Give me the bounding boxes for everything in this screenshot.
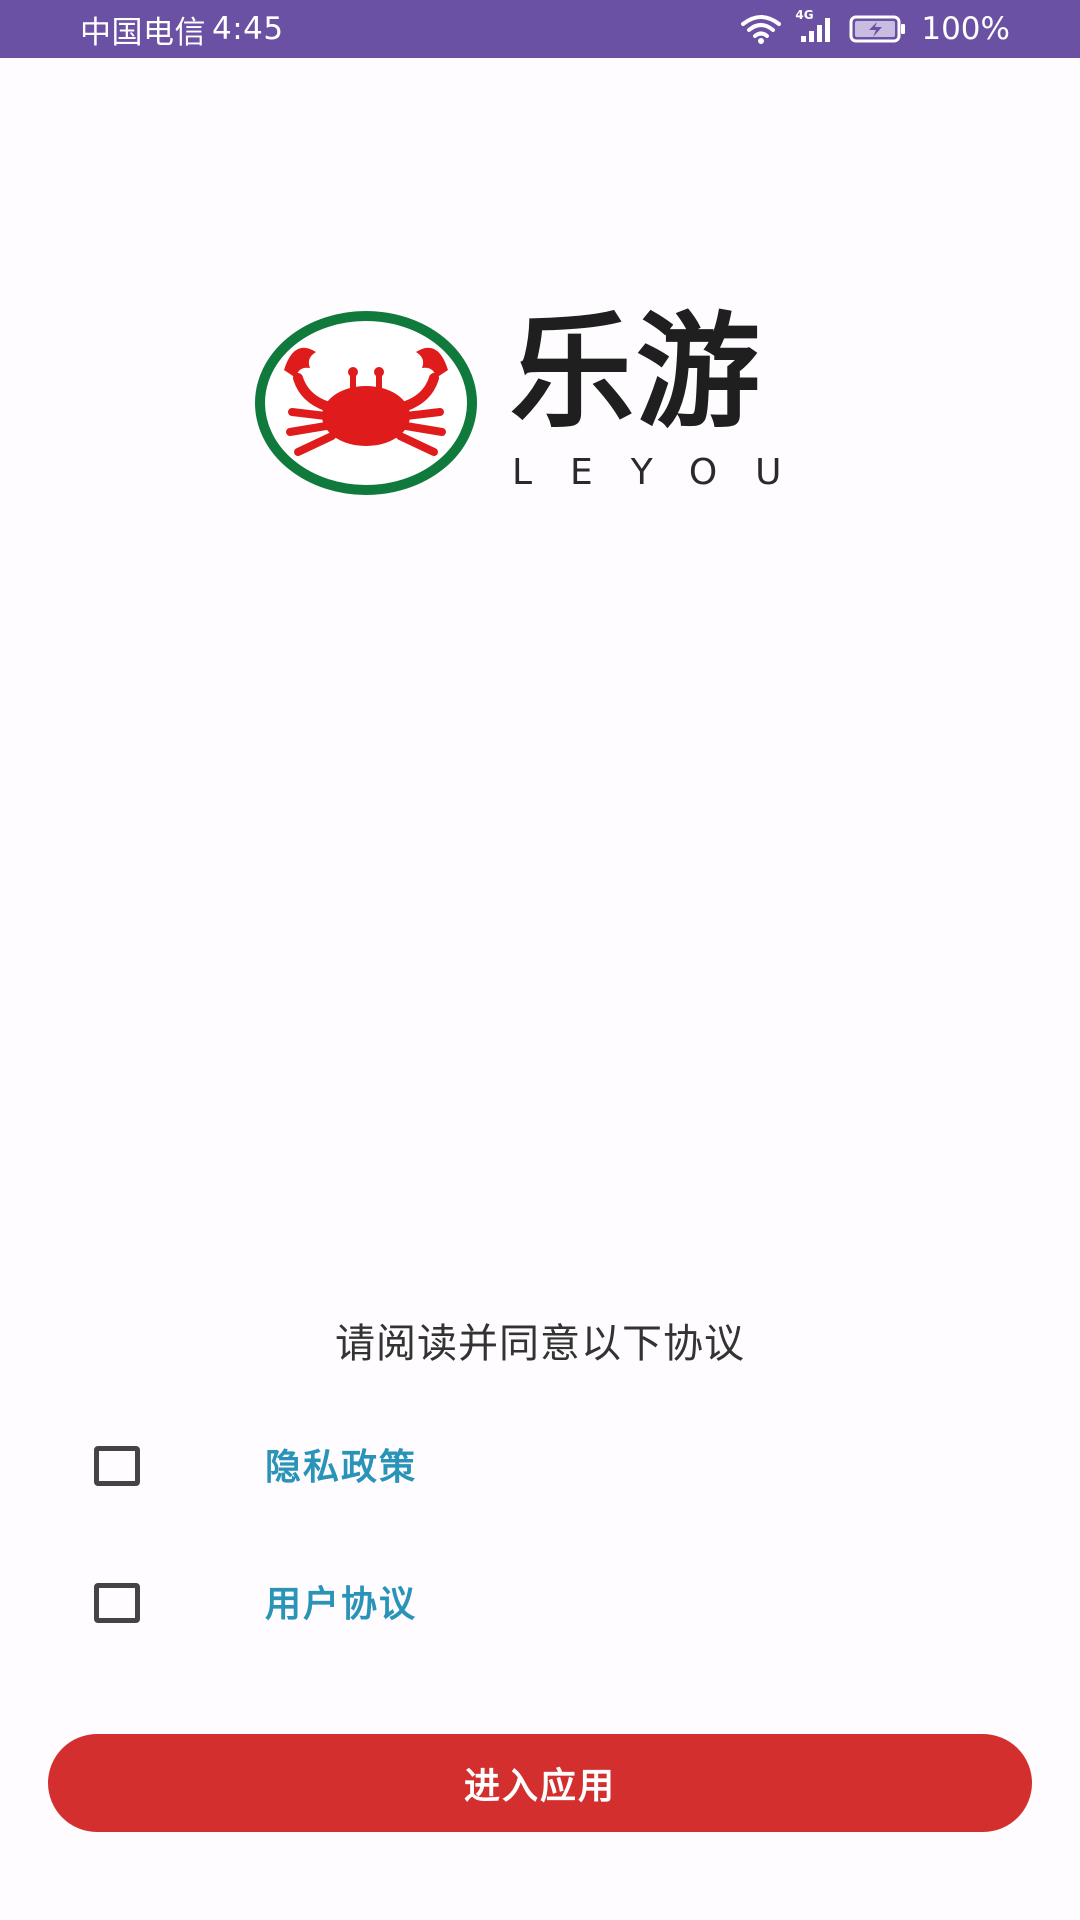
battery-charging-icon [849, 14, 907, 44]
crab-icon [254, 308, 478, 498]
logo-name-en: LEYOU [512, 452, 820, 493]
privacy-policy-checkbox[interactable] [94, 1446, 140, 1486]
agreement-row-privacy: 隐私政策 [0, 1428, 1080, 1508]
battery-level: 100% [921, 11, 1010, 47]
logo-name-cn: 乐游 [510, 300, 763, 445]
status-right: 4G 100% [741, 8, 1010, 47]
privacy-policy-link[interactable]: 隐私政策 [265, 1438, 417, 1498]
enter-app-button[interactable]: 进入应用 [48, 1734, 1032, 1832]
agreement-row-user: 用户协议 [0, 1565, 1080, 1645]
wifi-icon [741, 14, 782, 44]
network-type: 4G [795, 8, 814, 22]
status-left: 中国电信 4:45 [80, 7, 284, 52]
user-agreement-checkbox[interactable] [94, 1583, 140, 1623]
cellular-signal-icon: 4G [795, 8, 835, 44]
user-agreement-link[interactable]: 用户协议 [265, 1575, 417, 1635]
clock: 4:45 [212, 11, 284, 47]
enter-app-button-label: 进入应用 [463, 1766, 616, 1807]
carrier-name: 中国电信 [80, 14, 206, 51]
agreement-title: 请阅读并同意以下协议 [335, 1321, 745, 1367]
app-logo: 乐游 LEYOU [254, 308, 814, 498]
status-bar: 中国电信 4:45 4G 100% [0, 0, 1080, 58]
